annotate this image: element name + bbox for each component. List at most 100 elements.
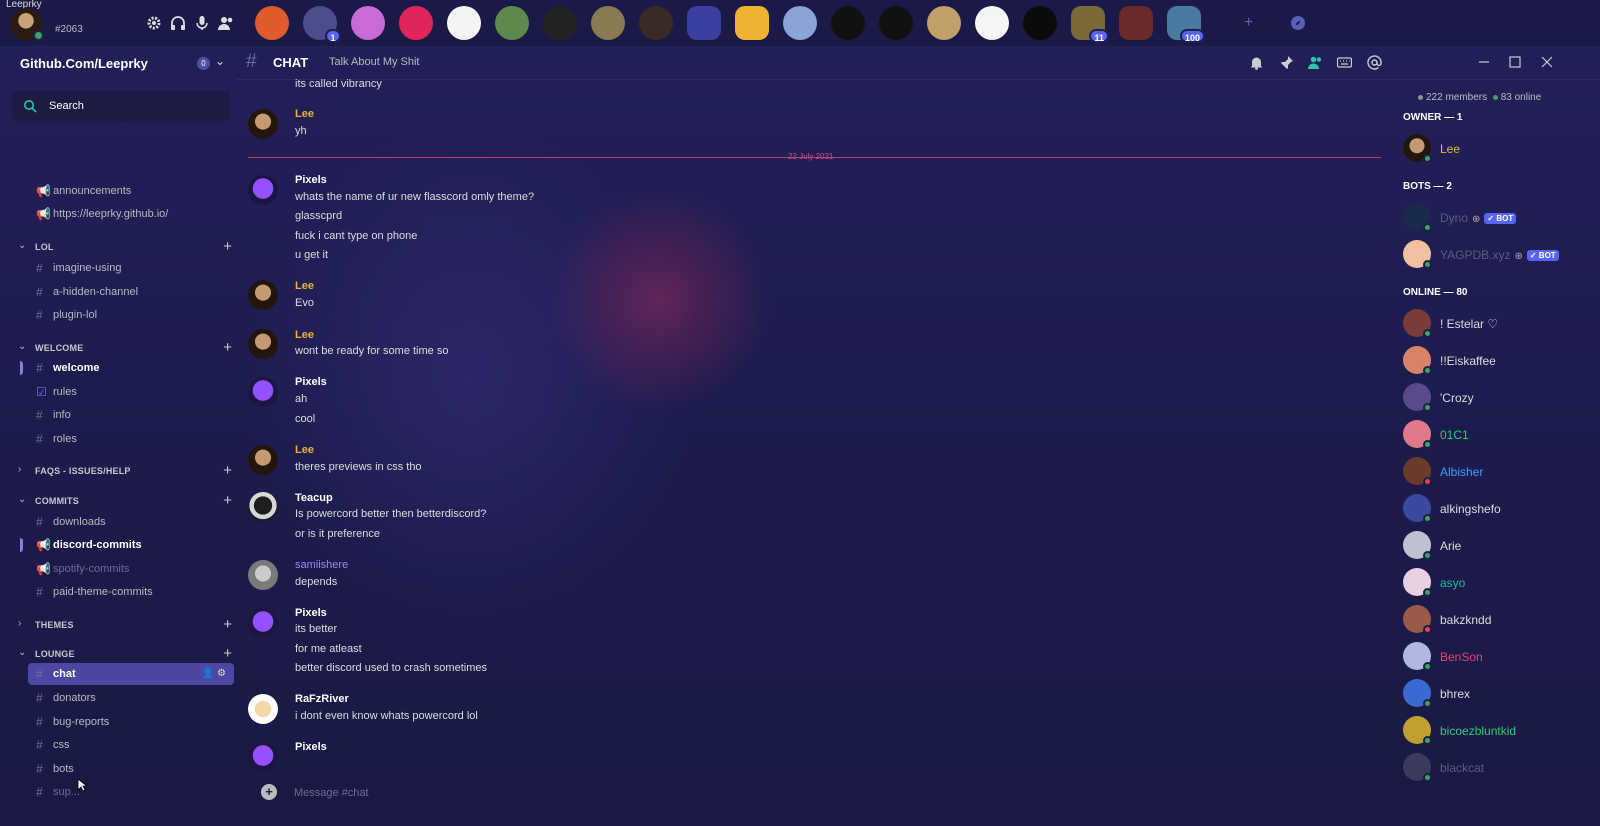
- server-g2-icon[interactable]: [879, 6, 913, 40]
- server-vz-icon[interactable]: [543, 6, 577, 40]
- notification-bell-icon[interactable]: [1249, 55, 1264, 70]
- category-lol[interactable]: ⌄ LOL +: [18, 238, 234, 255]
- message-author[interactable]: Pixels: [295, 376, 327, 388]
- add-channel-icon[interactable]: +: [223, 492, 232, 509]
- maximize-icon[interactable]: [1508, 55, 1522, 69]
- member-item[interactable]: bicoezbluntkid: [1403, 716, 1593, 748]
- channel-website[interactable]: 📢 https://leeprky.github.io/: [28, 203, 234, 225]
- category-lounge[interactable]: ⌄ LOUNGE +: [18, 645, 234, 662]
- pin-icon[interactable]: [1279, 55, 1294, 70]
- message-author[interactable]: Lee: [295, 329, 314, 341]
- category-faqs[interactable]: › FAQS - ISSUES/HELP +: [18, 462, 234, 479]
- category-themes[interactable]: › THEMES +: [18, 616, 234, 633]
- server-name[interactable]: Github.Com/Leeprky: [20, 56, 148, 71]
- channel-spotify-commits[interactable]: 📢 spotify-commits: [28, 558, 234, 580]
- server-city-icon[interactable]: 1: [303, 6, 341, 43]
- server-pink-icon[interactable]: [399, 6, 433, 40]
- message-author[interactable]: Lee: [295, 444, 314, 456]
- member-item[interactable]: Dyno ⊕ ✓ BOT: [1403, 203, 1593, 235]
- message-author[interactable]: samiishere: [295, 559, 348, 571]
- channel-a-hidden-channel[interactable]: # a-hidden-channel: [28, 281, 234, 303]
- member-item[interactable]: 01C1: [1403, 420, 1593, 452]
- server-9l-icon[interactable]: [975, 6, 1009, 40]
- channel-chat[interactable]: # chat 👤 ⚙: [28, 663, 234, 685]
- friends-icon[interactable]: [218, 15, 234, 31]
- server-folder-red-icon[interactable]: [1119, 6, 1153, 40]
- headphones-icon[interactable]: [170, 15, 186, 31]
- server-folder-11-icon[interactable]: 11: [1071, 6, 1109, 43]
- category-commits[interactable]: ⌄ COMMITS +: [18, 492, 234, 509]
- member-list-icon[interactable]: [1308, 55, 1323, 70]
- channel-topic[interactable]: Talk About My Shit: [329, 56, 420, 68]
- channel-discord-commits[interactable]: 📢 discord-commits: [28, 534, 234, 556]
- server-folder-100-icon[interactable]: 100: [1167, 6, 1205, 43]
- member-item[interactable]: ! Estelar ♡: [1403, 309, 1593, 341]
- server-stripes-icon[interactable]: [783, 6, 817, 40]
- server-folder-blue-icon[interactable]: [687, 6, 721, 40]
- member-item[interactable]: YAGPDB.xyz ⊕ ✓ BOT: [1403, 240, 1593, 272]
- member-item[interactable]: Lee: [1403, 134, 1593, 166]
- avatar[interactable]: [248, 742, 278, 772]
- server-frog-icon[interactable]: [495, 6, 529, 40]
- add-channel-icon[interactable]: +: [223, 462, 232, 479]
- member-item[interactable]: Albisher: [1403, 457, 1593, 489]
- server-g1-icon[interactable]: [831, 6, 865, 40]
- channel-bots[interactable]: # bots: [28, 758, 234, 780]
- avatar[interactable]: [248, 694, 278, 724]
- channel-imagine-using[interactable]: # imagine-using: [28, 257, 234, 279]
- avatar[interactable]: [248, 109, 278, 139]
- avatar[interactable]: [248, 560, 278, 590]
- member-item[interactable]: bhrex: [1403, 679, 1593, 711]
- channel-roles[interactable]: # roles: [28, 428, 234, 450]
- member-item[interactable]: BenSon: [1403, 642, 1593, 674]
- server-sunset-icon[interactable]: [255, 6, 289, 40]
- avatar[interactable]: [248, 377, 278, 407]
- member-item[interactable]: blackcat: [1403, 753, 1593, 785]
- add-channel-icon[interactable]: +: [223, 645, 232, 662]
- message-author[interactable]: Pixels: [295, 741, 327, 753]
- channel-settings-gear-icon[interactable]: ⚙: [217, 668, 226, 679]
- add-channel-icon[interactable]: +: [223, 339, 232, 356]
- server-rainbow-icon[interactable]: [351, 6, 385, 40]
- member-item[interactable]: !!Eiskaffee: [1403, 346, 1593, 378]
- mentions-at-icon[interactable]: [1367, 55, 1382, 70]
- server-cat-icon[interactable]: [591, 6, 625, 40]
- server-menu-chevron-icon[interactable]: ⌄: [215, 54, 225, 68]
- message-author[interactable]: Lee: [295, 280, 314, 292]
- invite-icon[interactable]: 👤: [202, 668, 214, 679]
- explore-compass-icon[interactable]: [1290, 15, 1306, 31]
- channel-announcements[interactable]: 📢 announcements: [28, 180, 234, 202]
- message-author[interactable]: Pixels: [295, 174, 327, 186]
- avatar[interactable]: [248, 175, 278, 205]
- message-composer[interactable]: + Message #chat: [248, 778, 1384, 808]
- channel-plugin-lol[interactable]: # plugin-lol: [28, 304, 234, 326]
- server-goose-icon[interactable]: [447, 6, 481, 40]
- category-welcome[interactable]: ⌄ WELCOME +: [18, 339, 234, 356]
- avatar[interactable]: [248, 280, 278, 310]
- add-channel-icon[interactable]: +: [223, 238, 232, 255]
- channel-support[interactable]: # sup...: [28, 781, 234, 803]
- server-portrait-icon[interactable]: [639, 6, 673, 40]
- attach-plus-icon[interactable]: +: [261, 784, 277, 800]
- message-author[interactable]: Teacup: [295, 492, 333, 504]
- add-server-icon[interactable]: +: [1244, 14, 1253, 32]
- server-binary-icon[interactable]: [1023, 6, 1057, 40]
- channel-css[interactable]: # css: [28, 734, 234, 756]
- channel-paid-theme-commits[interactable]: # paid-theme-commits: [28, 581, 234, 603]
- microphone-icon[interactable]: [194, 15, 210, 31]
- avatar[interactable]: [248, 608, 278, 638]
- minimize-icon[interactable]: [1477, 55, 1491, 69]
- close-icon[interactable]: [1540, 55, 1554, 69]
- server-bird-icon[interactable]: [927, 6, 961, 40]
- channel-info[interactable]: # info: [28, 404, 234, 426]
- message-author[interactable]: Pixels: [295, 607, 327, 619]
- message-author[interactable]: Lee: [295, 108, 314, 120]
- search-input[interactable]: Search: [12, 91, 230, 121]
- channel-bug-reports[interactable]: # bug-reports: [28, 711, 234, 733]
- server-folder-yellow-icon[interactable]: [735, 6, 769, 40]
- keyboard-icon[interactable]: [1337, 55, 1352, 70]
- member-item[interactable]: Arie: [1403, 531, 1593, 563]
- channel-rules[interactable]: ☑ rules: [28, 381, 234, 403]
- channel-donators[interactable]: # donators: [28, 687, 234, 709]
- add-channel-icon[interactable]: +: [223, 616, 232, 633]
